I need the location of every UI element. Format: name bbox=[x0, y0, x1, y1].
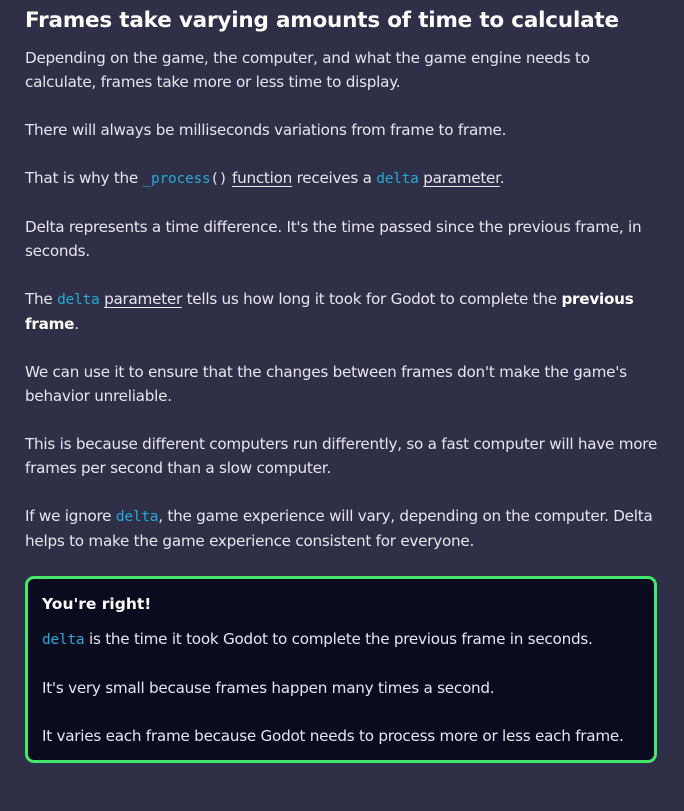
paragraph: If we ignore delta, the game experience … bbox=[25, 504, 659, 553]
paragraph: The delta parameter tells us how long it… bbox=[25, 287, 659, 336]
code-process: _process bbox=[142, 171, 211, 187]
paragraph: We can use it to ensure that the changes… bbox=[25, 363, 627, 405]
code-delta: delta bbox=[376, 171, 419, 187]
code-delta: delta bbox=[42, 632, 85, 648]
page-title: Frames take varying amounts of time to c… bbox=[25, 8, 619, 33]
glossary-link-parameter[interactable]: parameter bbox=[423, 169, 500, 187]
paragraph: This is because different computers run … bbox=[25, 435, 658, 477]
paragraph: Delta represents a time difference. It's… bbox=[25, 218, 642, 260]
code-parens: () bbox=[210, 171, 228, 187]
text: That is why the bbox=[25, 169, 143, 187]
paragraph: There will always be milliseconds variat… bbox=[25, 121, 507, 139]
glossary-link-function[interactable]: function bbox=[232, 169, 292, 187]
text: . bbox=[74, 315, 79, 333]
code-delta: delta bbox=[115, 509, 159, 525]
paragraph: Depending on the game, the computer, and… bbox=[25, 49, 590, 91]
text: receives a bbox=[292, 169, 377, 187]
text: . bbox=[499, 169, 505, 187]
feedback-line: It's very small because frames happen ma… bbox=[42, 679, 495, 697]
text: tells us how long it took for Godot to c… bbox=[182, 290, 562, 308]
text: If we ignore bbox=[25, 507, 116, 525]
feedback-success-box: You're right! delta is the time it took … bbox=[25, 576, 657, 763]
text: is the time it took Godot to complete th… bbox=[84, 630, 593, 648]
text: The bbox=[25, 290, 58, 308]
feedback-title: You're right! bbox=[42, 595, 152, 613]
glossary-link-parameter[interactable]: parameter bbox=[104, 290, 182, 308]
paragraph: That is why the _process() function rece… bbox=[25, 166, 659, 191]
code-delta: delta bbox=[57, 292, 100, 308]
lesson-content: Frames take varying amounts of time to c… bbox=[0, 0, 684, 763]
feedback-line: It varies each frame because Godot needs… bbox=[42, 727, 624, 745]
feedback-line: delta is the time it took Godot to compl… bbox=[42, 627, 640, 652]
